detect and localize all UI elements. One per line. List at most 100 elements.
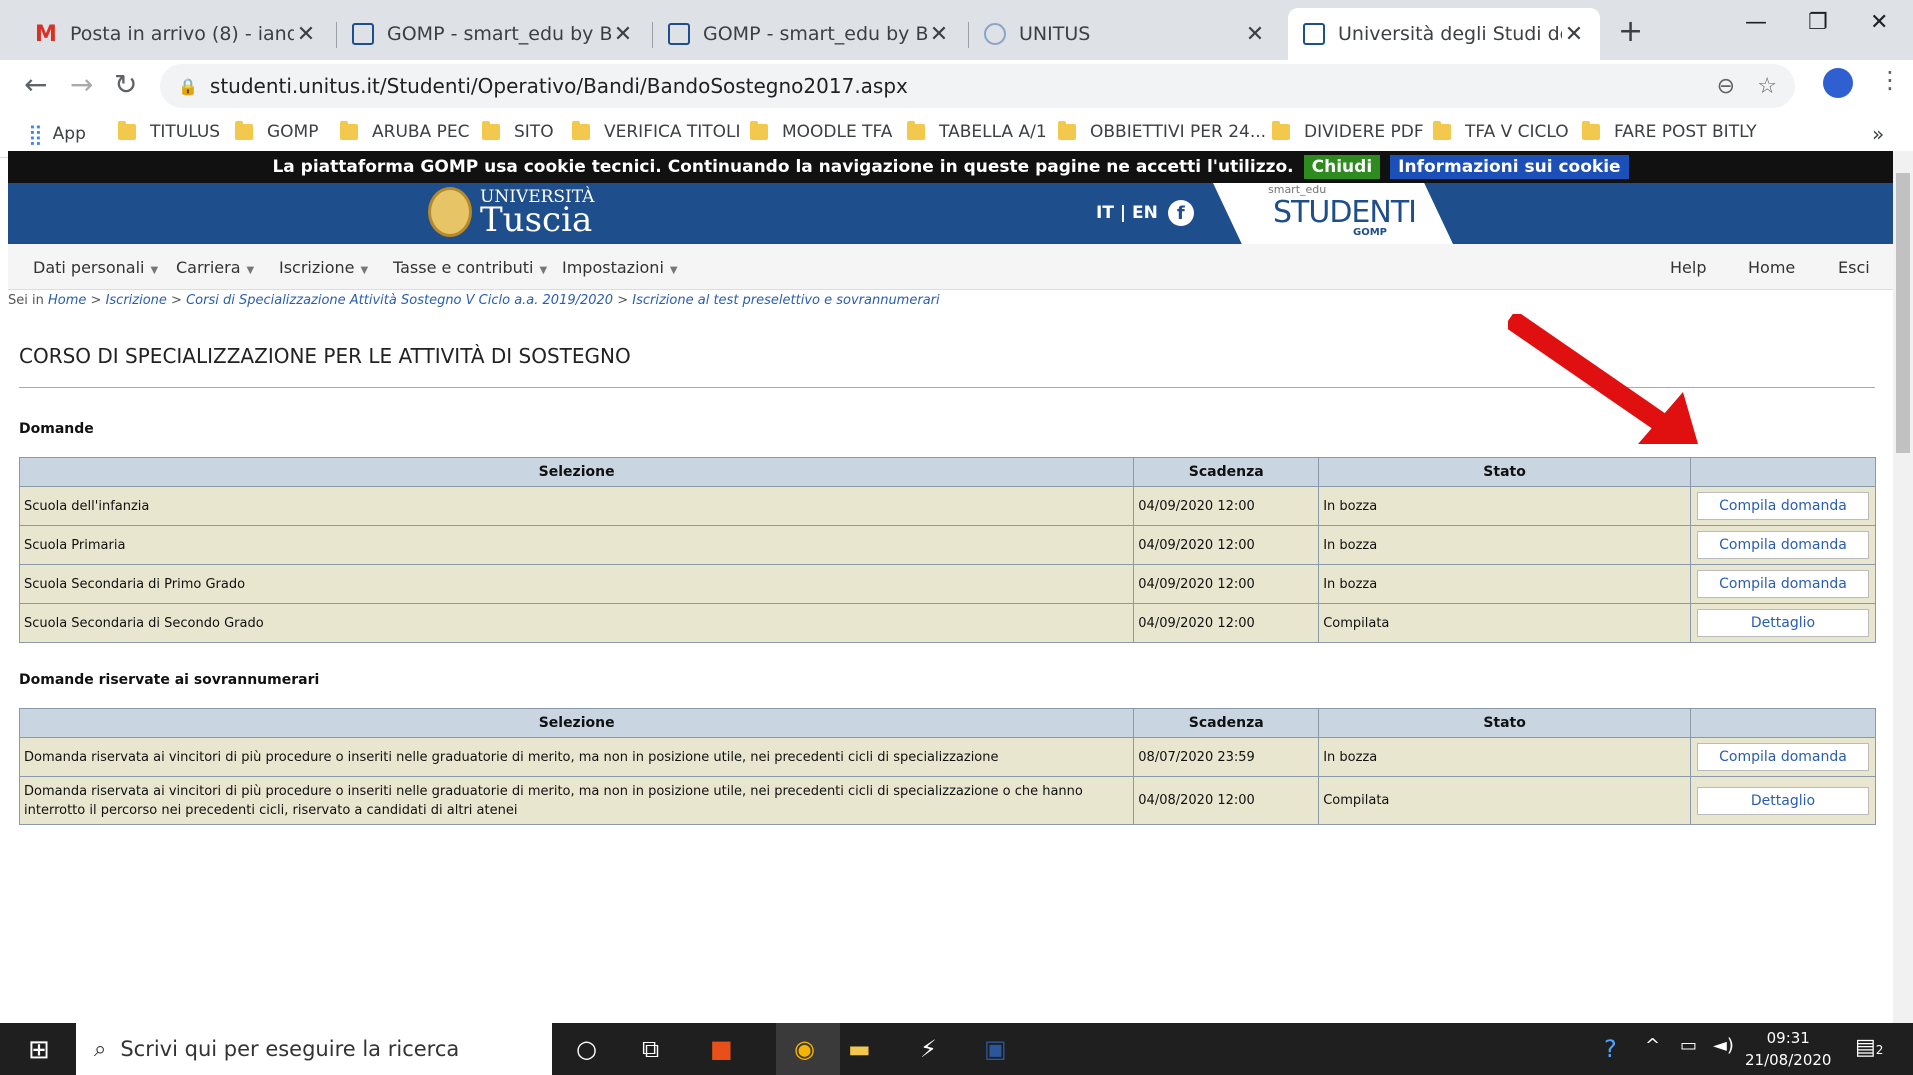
- facebook-icon[interactable]: f: [1167, 200, 1194, 226]
- gmail-icon: M: [35, 21, 57, 47]
- bookmark-verifica-titoli[interactable]: VERIFICA TITOLI: [572, 121, 741, 142]
- column-header: Stato: [1318, 457, 1691, 487]
- compila-domanda-button[interactable]: Compila domanda: [1696, 570, 1869, 598]
- caret-down-icon: ▼: [539, 265, 548, 276]
- dettaglio-button[interactable]: Dettaglio: [1696, 609, 1869, 637]
- cortana-icon[interactable]: ○: [576, 1035, 597, 1063]
- new-tab-button[interactable]: +: [1618, 14, 1643, 49]
- tab-gmail[interactable]: M Posta in arrivo (8) - iandiorio@ ✕: [20, 8, 332, 60]
- breadcrumb-corsi[interactable]: Corsi di Specializzazione Attività Soste…: [186, 293, 613, 308]
- compila-domanda-button[interactable]: Compila domanda: [1696, 492, 1869, 520]
- gomp-icon: [1302, 22, 1326, 46]
- bookmark-gomp[interactable]: GOMP: [235, 121, 318, 142]
- bookmark-aruba-pec[interactable]: ARUBA PEC: [340, 121, 469, 142]
- bookmark-dividere-pdf[interactable]: DIVIDERE PDF: [1272, 121, 1424, 142]
- bookmarks-overflow-icon[interactable]: »: [1872, 122, 1884, 146]
- caret-down-icon: ▼: [360, 265, 369, 276]
- tab-unitus[interactable]: UNITUS ✕: [969, 8, 1281, 60]
- notification-icon[interactable]: ▤2: [1855, 1035, 1883, 1060]
- battery-icon[interactable]: ▭: [1680, 1035, 1697, 1056]
- minimize-icon[interactable]: —: [1745, 10, 1767, 35]
- cookie-info-link[interactable]: Informazioni sui cookie: [1390, 155, 1629, 179]
- windows-taskbar: ⊞ ⌕ Scrivi qui per eseguire la ricerca ○…: [0, 1023, 1913, 1075]
- close-icon[interactable]: ✕: [1243, 22, 1267, 47]
- close-icon[interactable]: ✕: [1562, 22, 1586, 47]
- profile-avatar[interactable]: [1823, 68, 1853, 98]
- chevron-up-icon[interactable]: ^: [1645, 1035, 1660, 1056]
- app-icon[interactable]: ⚡: [920, 1035, 937, 1063]
- menu-tasse[interactable]: Tasse e contributi ▼: [393, 258, 547, 277]
- breadcrumb-home[interactable]: Home: [48, 293, 86, 308]
- bookmark-moodle-tfa[interactable]: MOODLE TFA: [750, 121, 892, 142]
- bookmark-sito[interactable]: SITO: [482, 121, 554, 142]
- sovrannumerari-table: Selezione Scadenza Stato Domanda riserva…: [18, 708, 1877, 825]
- column-header: Scadenza: [1133, 457, 1320, 487]
- window-close-icon[interactable]: ✕: [1870, 10, 1888, 35]
- folder-icon: [750, 121, 768, 140]
- university-logo[interactable]: UNIVERSITÀ Tuscia: [428, 187, 594, 237]
- column-header: Selezione: [18, 708, 1135, 738]
- tab-gomp-2[interactable]: GOMP - smart_edu by Be Smar ✕: [653, 8, 965, 60]
- caret-down-icon: ▼: [669, 265, 678, 276]
- volume-icon[interactable]: ◄): [1713, 1035, 1734, 1056]
- close-icon[interactable]: ✕: [294, 22, 318, 47]
- file-explorer-icon[interactable]: ▬: [848, 1035, 871, 1063]
- tab-title: GOMP - smart_edu by Be Smar: [387, 23, 611, 45]
- menu-esci[interactable]: Esci: [1838, 258, 1870, 277]
- web-page: La piattaforma GOMP usa cookie tecnici. …: [8, 151, 1893, 1023]
- lock-icon: 🔒: [178, 76, 198, 96]
- table-row: Scuola Secondaria di Secondo Grado 04/09…: [18, 603, 1877, 643]
- tab-title: Università degli Studi della Tus: [1338, 23, 1562, 45]
- breadcrumb-iscrizione[interactable]: Iscrizione: [106, 293, 167, 308]
- scrollbar-thumb[interactable]: [1896, 173, 1910, 453]
- caret-down-icon: ▼: [150, 265, 159, 276]
- menu-dati-personali[interactable]: Dati personali ▼: [33, 258, 158, 277]
- folder-icon: [1433, 121, 1451, 140]
- office-icon[interactable]: ■: [710, 1035, 733, 1063]
- help-icon[interactable]: ?: [1604, 1035, 1617, 1063]
- cookie-text: La piattaforma GOMP usa cookie tecnici. …: [272, 157, 1294, 177]
- tab-gomp-1[interactable]: GOMP - smart_edu by Be Smar ✕: [337, 8, 649, 60]
- dettaglio-button[interactable]: Dettaglio: [1696, 786, 1869, 815]
- menu-help[interactable]: Help: [1670, 258, 1706, 277]
- back-icon[interactable]: ←: [24, 68, 47, 101]
- bookmark-tabella[interactable]: TABELLA A/1: [907, 121, 1047, 142]
- menu-home[interactable]: Home: [1748, 258, 1795, 277]
- cookie-close-button[interactable]: Chiudi: [1303, 155, 1381, 179]
- chrome-taskbar-button[interactable]: ◉: [776, 1023, 840, 1075]
- task-view-icon[interactable]: ⧉: [642, 1035, 659, 1063]
- compila-domanda-button[interactable]: Compila domanda: [1696, 743, 1869, 771]
- tab-unitus-studenti[interactable]: Università degli Studi della Tus ✕: [1288, 8, 1600, 60]
- menu-iscrizione[interactable]: Iscrizione ▼: [279, 258, 368, 277]
- reload-icon[interactable]: ↻: [114, 68, 137, 101]
- bookmark-titulus[interactable]: TITULUS: [118, 121, 220, 142]
- section-title-domande: Domande: [19, 421, 94, 437]
- page-scrollbar[interactable]: [1893, 151, 1913, 1023]
- address-bar[interactable]: 🔒 studenti.unitus.it/Studenti/Operativo/…: [160, 64, 1795, 108]
- menu-impostazioni[interactable]: Impostazioni ▼: [562, 258, 678, 277]
- system-clock[interactable]: 09:31 21/08/2020: [1745, 1027, 1831, 1071]
- bookmark-fare-post-bitly[interactable]: FARE POST BITLY: [1582, 121, 1757, 142]
- table-row: Scuola Secondaria di Primo Grado 04/09/2…: [18, 564, 1877, 604]
- taskbar-search[interactable]: ⌕ Scrivi qui per eseguire la ricerca: [76, 1023, 552, 1075]
- bookmark-apps[interactable]: ⣿ App: [28, 122, 86, 146]
- close-icon[interactable]: ✕: [611, 22, 635, 47]
- university-seal-icon: [428, 187, 472, 237]
- folder-icon: [340, 121, 358, 140]
- section-title-sovrannumerari: Domande riservate ai sovrannumerari: [19, 672, 320, 688]
- close-icon[interactable]: ✕: [927, 22, 951, 47]
- folder-icon: [572, 121, 590, 140]
- star-icon[interactable]: ☆: [1757, 74, 1777, 99]
- windows-start-icon[interactable]: ⊞: [28, 1035, 50, 1065]
- bookmark-tfa-v-ciclo[interactable]: TFA V CICLO: [1433, 121, 1569, 142]
- studenti-brand: smart_edu STUDENTI GOMP: [1213, 183, 1453, 244]
- menu-icon[interactable]: ⋮: [1878, 66, 1902, 94]
- compila-domanda-button[interactable]: Compila domanda: [1696, 531, 1869, 559]
- bookmark-obbiettivi[interactable]: OBBIETTIVI PER 24...: [1058, 121, 1266, 142]
- menu-carriera[interactable]: Carriera ▼: [176, 258, 254, 277]
- language-switch[interactable]: IT | EN f: [1096, 200, 1194, 226]
- word-icon[interactable]: ▣: [984, 1035, 1007, 1063]
- zoom-icon[interactable]: ⊖: [1717, 74, 1735, 99]
- forward-icon[interactable]: →: [70, 68, 93, 101]
- restore-icon[interactable]: ❐: [1808, 10, 1828, 35]
